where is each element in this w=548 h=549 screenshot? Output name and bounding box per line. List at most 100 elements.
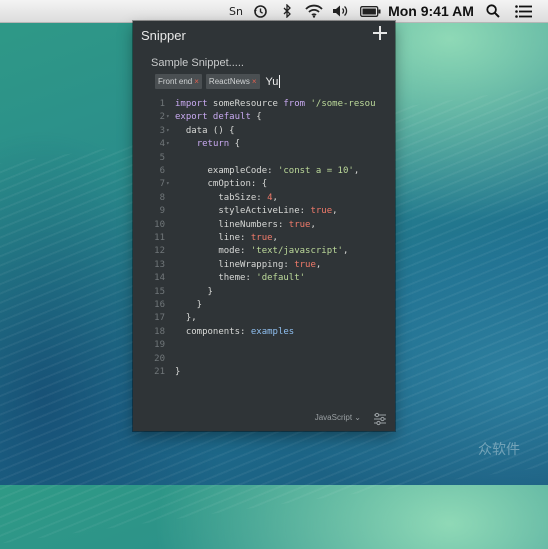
volume-icon[interactable]: [331, 0, 351, 22]
code-line[interactable]: 12 mode: 'text/javascript',: [133, 244, 395, 258]
line-number: 11: [154, 233, 165, 243]
code-line[interactable]: 16 }: [133, 298, 395, 312]
code-line[interactable]: 9 styleActiveLine: true,: [133, 204, 395, 218]
code-token: ,: [272, 233, 278, 243]
tag-remove-icon[interactable]: ×: [194, 77, 199, 86]
code-token: cmOption: {: [175, 179, 268, 190]
fold-toggle-icon[interactable]: ▾: [166, 137, 170, 151]
clock[interactable]: Mon 9:41 AM: [388, 0, 474, 22]
code-token: styleActiveLine:: [175, 206, 311, 217]
code-line[interactable]: 3 ▾ data () {: [133, 124, 395, 138]
language-select[interactable]: JavaScript ⌄: [315, 413, 361, 422]
code-token: exampleCode:: [175, 166, 278, 176]
tag-label: Front end: [158, 77, 193, 86]
code-line[interactable]: 4 ▾ return {: [133, 137, 395, 151]
fold-toggle-icon[interactable]: ▾: [166, 177, 170, 191]
code-token: }: [175, 300, 203, 310]
code-text: cmOption: {: [175, 177, 268, 191]
code-token: ,: [310, 219, 316, 230]
code-line[interactable]: 11 line: true,: [133, 231, 395, 245]
line-number: 17: [154, 313, 165, 324]
line-number: 16: [154, 300, 165, 310]
code-token: export default: [175, 112, 251, 123]
fold-toggle-icon[interactable]: ▾: [166, 110, 170, 124]
clock-label: Mon 9:41 AM: [388, 3, 474, 19]
code-token: components:: [175, 326, 251, 337]
code-line[interactable]: 2 ▾ export default {: [133, 110, 395, 124]
battery-icon[interactable]: [358, 0, 382, 22]
code-line[interactable]: 19: [133, 338, 395, 352]
wifi-icon[interactable]: [303, 0, 325, 22]
line-number: 18: [154, 326, 165, 337]
line-number: 4: [159, 139, 165, 150]
tag-remove-icon[interactable]: ×: [252, 77, 257, 86]
code-line[interactable]: 17 },: [133, 311, 395, 325]
code-text: export default {: [175, 110, 262, 124]
line-number: 3: [159, 125, 165, 136]
code-editor[interactable]: 1 import someResource from '/some-resou 2 ▾…: [133, 97, 395, 387]
bluetooth-icon[interactable]: [281, 0, 293, 22]
code-line[interactable]: 21}: [133, 365, 395, 379]
text-caret: [279, 75, 281, 88]
code-token: ,: [315, 259, 322, 270]
code-text: line: true,: [175, 231, 278, 245]
snipper-panel: Snipper Sample Snippet..... Front end × …: [133, 21, 395, 431]
code-text: }: [175, 285, 213, 299]
code-line[interactable]: 13 lineWrapping: true,: [133, 258, 395, 272]
spotlight-search-icon[interactable]: [484, 0, 502, 22]
code-token: examples: [250, 326, 295, 337]
code-line[interactable]: 20: [133, 352, 395, 366]
sn-menu-extra[interactable]: Sn: [228, 0, 244, 22]
fold-toggle-icon[interactable]: ▾: [166, 124, 170, 138]
code-text: lineNumbers: true,: [175, 218, 316, 232]
code-token: ,: [272, 192, 278, 203]
app-title: Snipper: [141, 28, 186, 43]
code-line[interactable]: 5: [133, 151, 395, 165]
code-token: ,: [342, 246, 349, 257]
code-text: }: [175, 298, 202, 312]
snippet-title[interactable]: Sample Snippet.....: [151, 57, 244, 69]
code-text: exampleCode: 'const a = 10',: [175, 164, 360, 178]
code-text: import someResource from '/some-resou: [175, 97, 376, 111]
add-snippet-button[interactable]: [373, 26, 387, 40]
code-token: 'default': [256, 273, 306, 284]
code-text: tabSize: 4,: [175, 191, 278, 205]
code-line[interactable]: 6 exampleCode: 'const a = 10',: [133, 164, 395, 178]
code-token: theme:: [175, 273, 257, 284]
code-token: 'text/javascript': [250, 246, 343, 257]
code-line[interactable]: 8 tabSize: 4,: [133, 191, 395, 205]
code-line[interactable]: 7 ▾ cmOption: {: [133, 177, 395, 191]
code-token: {: [250, 112, 262, 123]
code-token: from: [283, 99, 306, 109]
line-number: 8: [159, 192, 165, 203]
code-token: return: [196, 139, 230, 150]
code-token: lineWrapping:: [175, 259, 295, 270]
settings-sliders-icon[interactable]: [373, 411, 387, 426]
code-text: lineWrapping: true,: [175, 258, 321, 272]
line-number: 2: [159, 112, 165, 123]
code-line[interactable]: 1 import someResource from '/some-resou: [133, 97, 395, 111]
line-number: 21: [154, 367, 165, 377]
code-token: import: [175, 99, 208, 109]
code-token: {: [229, 139, 241, 150]
line-number: 10: [154, 219, 165, 230]
tag-front-end[interactable]: Front end ×: [155, 74, 202, 89]
time-machine-icon[interactable]: [251, 0, 269, 22]
menu-bar: Sn Mon 9:41 AM: [0, 0, 548, 23]
editor-footer: JavaScript ⌄: [133, 405, 395, 431]
code-token: }: [175, 367, 181, 377]
tag-input-value: Yu: [265, 75, 279, 88]
code-text: },: [175, 311, 197, 325]
code-line[interactable]: 10 lineNumbers: true,: [133, 218, 395, 232]
code-text: data () {: [175, 124, 235, 138]
line-number: 19: [154, 340, 165, 351]
code-line[interactable]: 18 components: examples: [133, 325, 395, 339]
tag-reactnews[interactable]: ReactNews ×: [205, 74, 260, 89]
code-line[interactable]: 14 theme: 'default': [133, 271, 395, 285]
code-line[interactable]: 15 }: [133, 285, 395, 299]
tag-input[interactable]: Yu: [266, 75, 281, 88]
code-token: '/some-resou: [305, 99, 376, 109]
notification-center-icon[interactable]: [512, 0, 534, 22]
tag-list: Front end × ReactNews × Yu: [155, 73, 281, 90]
